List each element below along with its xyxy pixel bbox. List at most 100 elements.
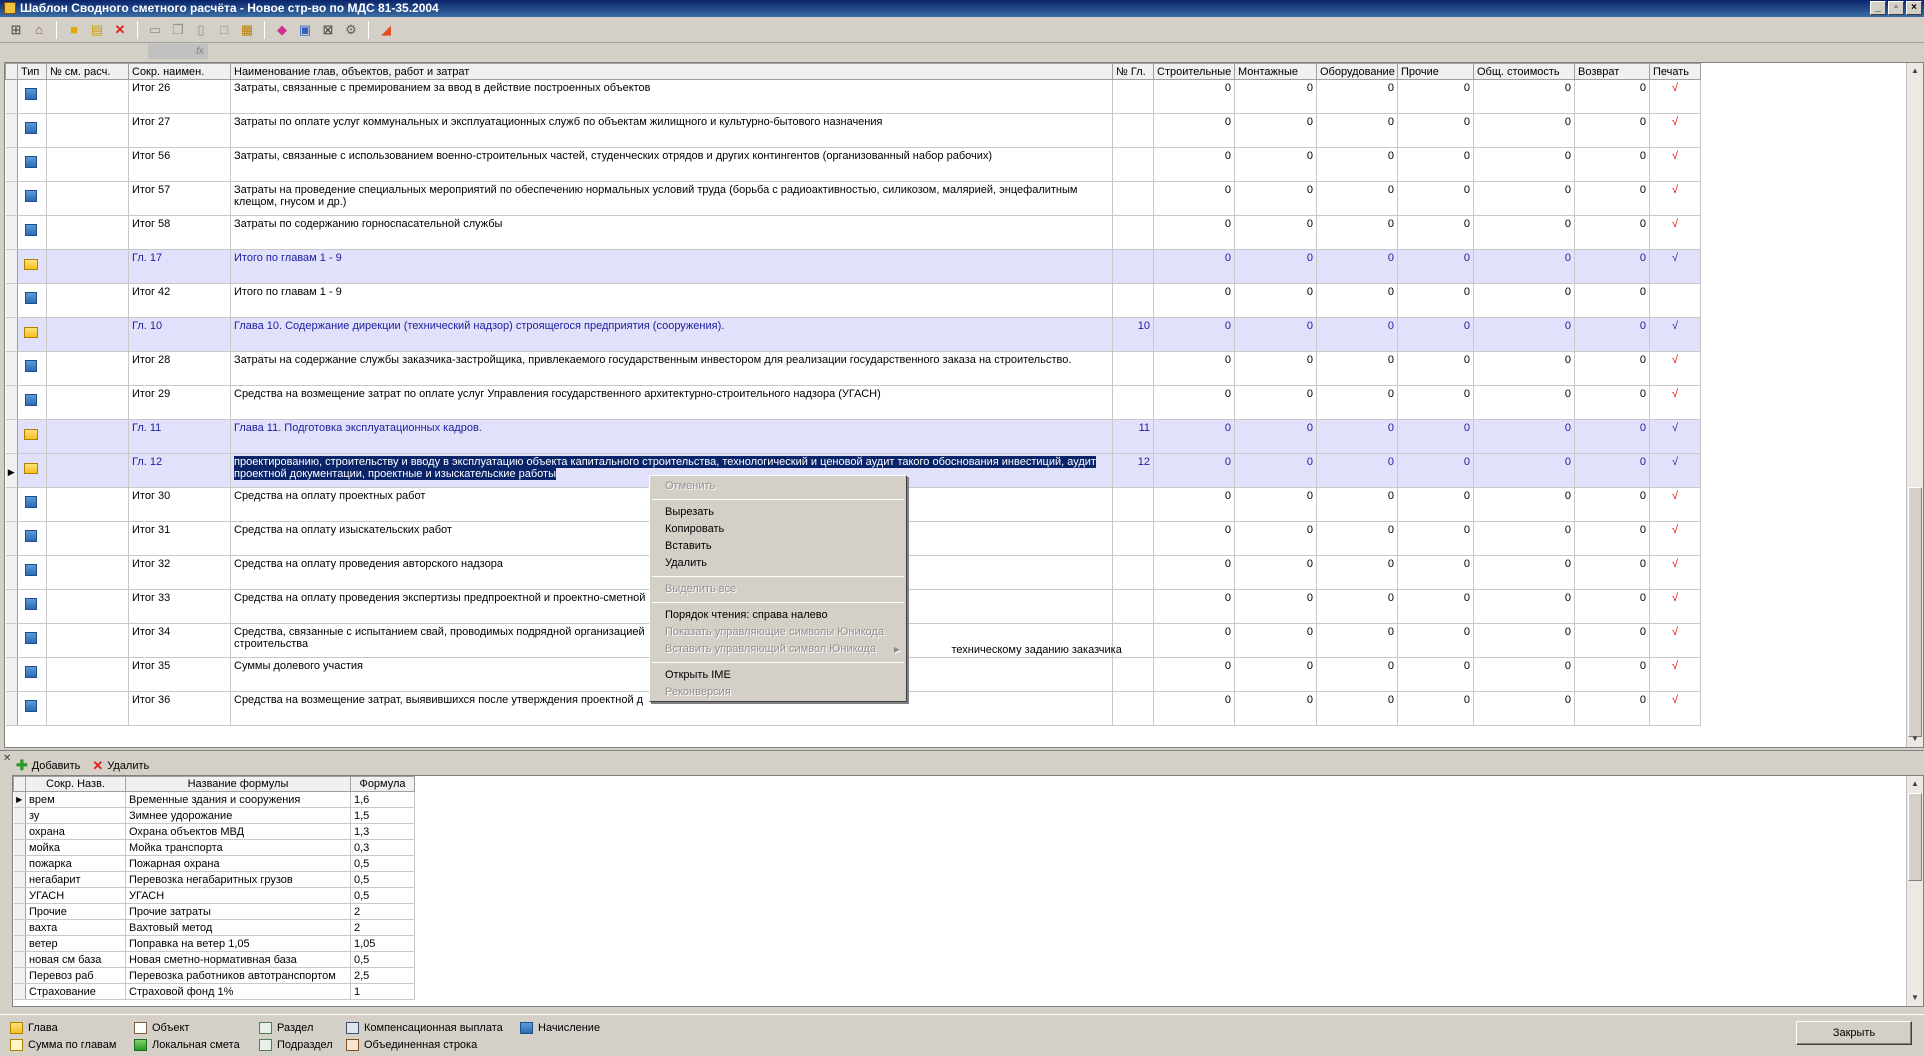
value-cell[interactable]: 0: [1234, 351, 1317, 386]
menu-item[interactable]: Вырезать: [650, 504, 906, 521]
calc-number-cell[interactable]: [46, 317, 129, 352]
value-cell[interactable]: 0: [1574, 691, 1650, 726]
formula-value-cell[interactable]: 0,5: [350, 887, 415, 904]
value-cell[interactable]: 0: [1473, 487, 1575, 522]
formula-name-cell[interactable]: Поправка на ветер 1,05: [125, 935, 351, 952]
formula-short-cell[interactable]: новая см база: [25, 951, 126, 968]
table-row[interactable]: Гл. 11 Глава 11. Подготовка эксплуатацион…: [5, 419, 1701, 454]
short-name-cell[interactable]: Итог 27: [128, 113, 231, 148]
print-check-cell[interactable]: [1649, 283, 1701, 318]
short-name-cell[interactable]: Итог 36: [128, 691, 231, 726]
value-cell[interactable]: 0: [1397, 215, 1474, 250]
value-cell[interactable]: 0: [1397, 283, 1474, 318]
formula-row[interactable]: ветер Поправка на ветер 1,05 1,05: [13, 935, 415, 952]
formula-name-cell[interactable]: Временные здания и сооружения: [125, 791, 351, 808]
calc-number-cell[interactable]: [46, 113, 129, 148]
export-icon[interactable]: ◢: [376, 20, 396, 40]
chapter-number-cell[interactable]: 12: [1112, 453, 1154, 488]
name-cell[interactable]: Затраты на проведение специальных меропр…: [230, 181, 1113, 216]
value-cell[interactable]: 0: [1574, 181, 1650, 216]
sub-row-selector[interactable]: [13, 967, 26, 984]
value-cell[interactable]: 0: [1316, 79, 1398, 114]
value-cell[interactable]: 0: [1574, 79, 1650, 114]
print-check-cell[interactable]: √: [1649, 453, 1701, 488]
window-icon[interactable]: □: [214, 20, 234, 40]
main-scrollbar[interactable]: ▲ ▼: [1906, 63, 1923, 747]
formula-row[interactable]: мойка Мойка транспорта 0,3: [13, 839, 415, 856]
value-cell[interactable]: 0: [1473, 555, 1575, 590]
main-grid[interactable]: Тип № см. расч. Сокр. наимен. Наименование …: [4, 62, 1924, 748]
column-header[interactable]: № Гл.: [1112, 63, 1154, 80]
short-name-cell[interactable]: Итог 57: [128, 181, 231, 216]
value-cell[interactable]: 0: [1316, 419, 1398, 454]
value-cell[interactable]: 0: [1574, 215, 1650, 250]
value-cell[interactable]: 0: [1397, 385, 1474, 420]
value-cell[interactable]: 0: [1316, 385, 1398, 420]
value-cell[interactable]: 0: [1397, 351, 1474, 386]
formula-name-cell[interactable]: Вахтовый метод: [125, 919, 351, 936]
calc-number-cell[interactable]: [46, 555, 129, 590]
formula-name-cell[interactable]: Перевозка негабаритных грузов: [125, 871, 351, 888]
formulas-grid[interactable]: Сокр. Назв. Название формулы Формула ▶ врем…: [12, 775, 1924, 1007]
value-cell[interactable]: 0: [1473, 215, 1575, 250]
menu-item[interactable]: Вставить: [650, 538, 906, 555]
value-cell[interactable]: 0: [1153, 215, 1235, 250]
short-name-cell[interactable]: Итог 30: [128, 487, 231, 522]
value-cell[interactable]: 0: [1234, 385, 1317, 420]
delete-icon[interactable]: ✕: [110, 20, 130, 40]
sub-column-header[interactable]: Название формулы: [125, 776, 351, 792]
calc-number-cell[interactable]: [46, 487, 129, 522]
formula-row[interactable]: негабарит Перевозка негабаритных грузов 0,…: [13, 871, 415, 888]
formula-value-cell[interactable]: 2: [350, 903, 415, 920]
tree-icon[interactable]: ⊞: [6, 20, 26, 40]
maximize-button[interactable]: ▫: [1888, 1, 1904, 15]
sub-column-header[interactable]: Сокр. Назв.: [25, 776, 126, 792]
print-check-cell[interactable]: √: [1649, 623, 1701, 658]
sub-row-selector[interactable]: ▶: [13, 791, 26, 808]
print-check-cell[interactable]: √: [1649, 691, 1701, 726]
sub-scroll-down-arrow[interactable]: ▼: [1907, 990, 1923, 1006]
delete-button[interactable]: ✕ Удалить: [92, 758, 149, 774]
scroll-thumb[interactable]: [1908, 487, 1922, 737]
value-cell[interactable]: 0: [1473, 317, 1575, 352]
formula-short-cell[interactable]: Прочие: [25, 903, 126, 920]
value-cell[interactable]: 0: [1473, 385, 1575, 420]
add-button[interactable]: ✚ Добавить: [16, 757, 80, 774]
scroll-up-arrow[interactable]: ▲: [1907, 63, 1923, 79]
table-row[interactable]: Гл. 17 Итого по главам 1 - 9 0 0 0 0 0 0 √: [5, 249, 1701, 284]
value-cell[interactable]: 0: [1234, 283, 1317, 318]
value-cell[interactable]: 0: [1473, 283, 1575, 318]
name-cell[interactable]: Глава 11. Подготовка эксплуатационных ка…: [230, 419, 1113, 454]
formula-row[interactable]: охрана Охрана объектов МВД 1,3: [13, 823, 415, 840]
value-cell[interactable]: 0: [1397, 487, 1474, 522]
name-cell[interactable]: Итого по главам 1 - 9: [230, 249, 1113, 284]
menu-item[interactable]: Удалить: [650, 555, 906, 572]
calc-number-cell[interactable]: [46, 521, 129, 556]
formula-value-cell[interactable]: 2: [350, 919, 415, 936]
value-cell[interactable]: 0: [1397, 79, 1474, 114]
value-cell[interactable]: 0: [1574, 657, 1650, 692]
value-cell[interactable]: 0: [1574, 147, 1650, 182]
short-name-cell[interactable]: Гл. 17: [128, 249, 231, 284]
formula-row[interactable]: вахта Вахтовый метод 2: [13, 919, 415, 936]
excel-icon[interactable]: ⊠: [318, 20, 338, 40]
scroll-down-arrow[interactable]: ▼: [1907, 731, 1923, 747]
menu-item[interactable]: Копировать: [650, 521, 906, 538]
formula-short-cell[interactable]: врем: [25, 791, 126, 808]
value-cell[interactable]: 0: [1316, 249, 1398, 284]
panel-close-icon[interactable]: ✕: [3, 753, 11, 764]
row-selector[interactable]: [5, 317, 18, 352]
new-doc-icon[interactable]: ▤: [87, 20, 107, 40]
value-cell[interactable]: 0: [1574, 249, 1650, 284]
formula-row[interactable]: Прочие Прочие затраты 2: [13, 903, 415, 920]
folder-icon[interactable]: ■: [64, 20, 84, 40]
value-cell[interactable]: 0: [1397, 181, 1474, 216]
row-selector[interactable]: [5, 113, 18, 148]
value-cell[interactable]: 0: [1473, 113, 1575, 148]
chapter-number-cell[interactable]: [1112, 487, 1154, 522]
value-cell[interactable]: 0: [1316, 113, 1398, 148]
value-cell[interactable]: 0: [1316, 181, 1398, 216]
value-cell[interactable]: 0: [1397, 521, 1474, 556]
formula-value-cell[interactable]: 1,3: [350, 823, 415, 840]
name-cell[interactable]: Затраты, связанные с использованием воен…: [230, 147, 1113, 182]
